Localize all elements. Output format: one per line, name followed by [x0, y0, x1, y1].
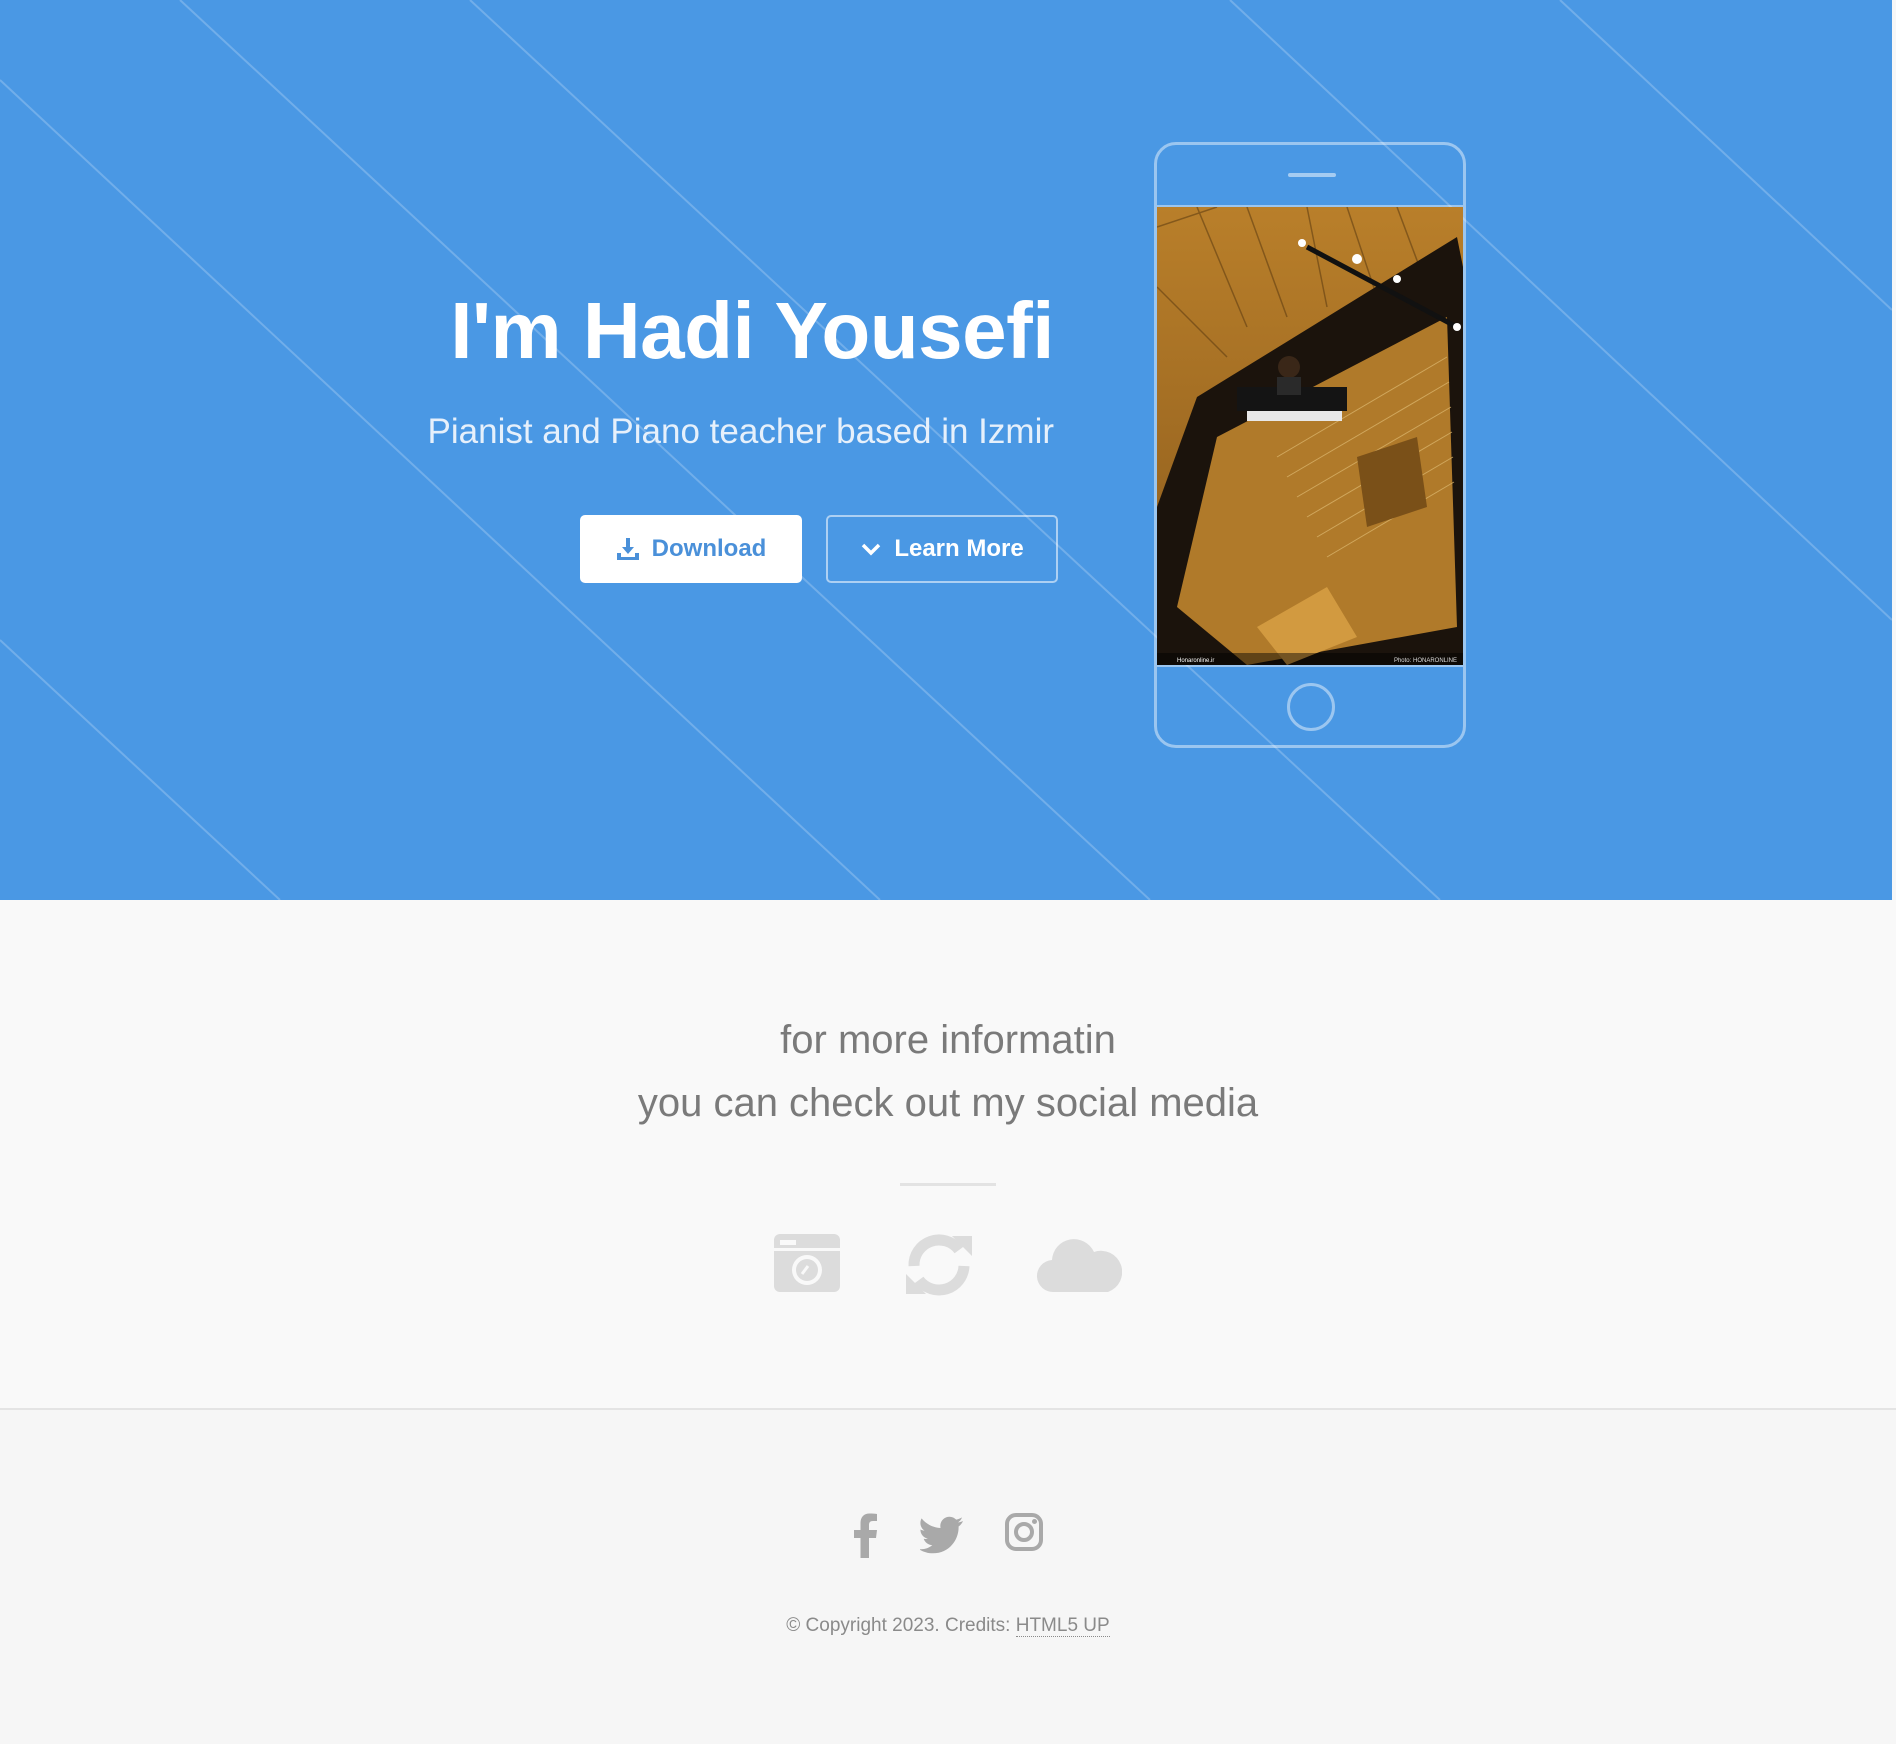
learn-more-button[interactable]: Learn More [826, 515, 1058, 583]
learn-more-label: Learn More [894, 535, 1024, 562]
download-label: Download [651, 535, 767, 562]
refresh-icon [906, 1234, 972, 1296]
hero-subtitle: Pianist and Piano teacher based in Izmir [427, 412, 1054, 451]
download-button[interactable]: Download [580, 515, 802, 583]
divider [900, 1183, 996, 1186]
twitter-icon[interactable] [920, 1516, 964, 1554]
camera-icon [774, 1234, 840, 1292]
photo-caption-left: Honaronline.ir [1177, 658, 1214, 664]
copyright-text: © Copyright 2023. Credits: [786, 1615, 1016, 1636]
instagram-icon[interactable] [1004, 1512, 1044, 1552]
download-icon [616, 538, 639, 560]
photo-caption-right: Photo: HONARONLINE [1394, 658, 1457, 664]
info-section: for more informatin you can check out my… [0, 900, 1896, 1410]
chevron-down-icon [862, 543, 881, 556]
facebook-icon[interactable] [852, 1512, 878, 1558]
hero-section: I'm Hadi Yousefi Pianist and Piano teach… [0, 0, 1892, 900]
phone-mockup: Honaronline.ir Photo: HONARONLINE [1154, 142, 1466, 748]
copyright: © Copyright 2023. Credits: HTML5 UP [0, 1615, 1896, 1637]
info-line-1: for more informatin [780, 1018, 1116, 1062]
credit-link[interactable]: HTML5 UP [1015, 1615, 1110, 1637]
phone-home-button [1287, 683, 1335, 731]
piano-photo: Honaronline.ir Photo: HONARONLINE [1157, 205, 1463, 667]
hero-title: I'm Hadi Yousefi [450, 286, 1054, 375]
footer: © Copyright 2023. Credits: HTML5 UP [0, 1410, 1896, 1744]
phone-speaker [1288, 173, 1336, 177]
cloud-icon [1037, 1239, 1122, 1293]
info-line-2: you can check out my social media [637, 1081, 1259, 1125]
piano-image: Honaronline.ir Photo: HONARONLINE [1157, 207, 1463, 665]
